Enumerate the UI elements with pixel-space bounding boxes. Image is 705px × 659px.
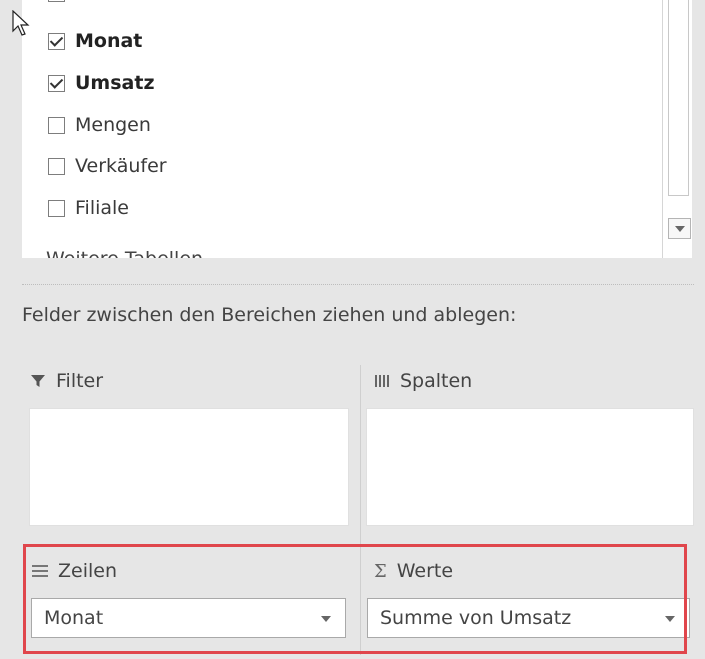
checkbox-filiale[interactable]	[48, 199, 65, 217]
scrollbar-track[interactable]	[668, 0, 689, 196]
field-label: Mengen	[75, 114, 151, 136]
field-item-umsatz[interactable]: Umsatz	[48, 68, 155, 98]
scroll-down-button[interactable]	[668, 218, 691, 239]
field-label: Monat	[75, 30, 143, 52]
field-item-monat[interactable]: Monat	[48, 26, 142, 56]
field-label: Filiale	[75, 197, 129, 219]
mouse-cursor-icon	[12, 10, 30, 36]
columns-drop-area[interactable]	[366, 408, 694, 526]
field-item-verkaeufer[interactable]: Verkäufer	[48, 151, 167, 181]
columns-icon	[374, 373, 390, 389]
field-item-mengen[interactable]: Mengen	[48, 110, 151, 140]
separator	[22, 284, 694, 285]
partial-checkbox[interactable]	[48, 0, 65, 2]
highlight-frame	[23, 544, 687, 654]
filter-area-header: Filter	[30, 366, 103, 396]
checkbox-umsatz[interactable]	[48, 74, 65, 92]
checkbox-mengen[interactable]	[48, 116, 65, 134]
field-label: Verkäufer	[75, 155, 167, 177]
filter-label: Filter	[56, 370, 104, 392]
more-tables-link[interactable]: Weitere Tabellen...	[46, 248, 221, 258]
field-label: Umsatz	[75, 72, 155, 94]
columns-area-header: Spalten	[374, 366, 472, 396]
filter-drop-area[interactable]	[29, 408, 349, 526]
checkbox-verkaeufer[interactable]	[48, 157, 65, 175]
checkbox-monat[interactable]	[48, 32, 65, 50]
columns-label: Spalten	[400, 370, 473, 392]
field-list-panel: Monat Umsatz Mengen Verkäufer Filiale We…	[0, 0, 705, 260]
field-item-filiale[interactable]: Filiale	[48, 193, 129, 223]
chevron-down-icon	[674, 225, 685, 232]
filter-icon	[30, 373, 46, 389]
areas-instruction: Felder zwischen den Bereichen ziehen und…	[22, 304, 517, 326]
field-list-scrollbar[interactable]	[662, 0, 692, 258]
field-list: Monat Umsatz Mengen Verkäufer Filiale We…	[22, 0, 670, 258]
